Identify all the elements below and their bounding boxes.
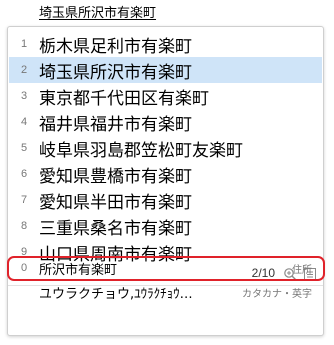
candidate-text: 岐阜県羽島郡笠松町友楽町: [39, 140, 243, 161]
candidate-row-7[interactable]: 7 愛知県半田市有楽町: [9, 187, 322, 213]
candidate-number: 5: [20, 142, 28, 154]
candidate-row-1[interactable]: 1 栃木県足利市有楽町: [9, 31, 322, 57]
candidate-number: 8: [20, 220, 28, 232]
candidate-text: 愛知県豊橋市有楽町: [39, 166, 192, 187]
candidate-number: 1: [20, 38, 28, 50]
candidate-row-4[interactable]: 4 福井県福井市有楽町: [9, 109, 322, 135]
candidate-text: 愛知県半田市有楽町: [39, 192, 192, 213]
candidate-text: ユウラクチョウ,ﾕｳﾗｸﾁｮｳ…: [39, 286, 193, 302]
candidate-text: 埼玉県所沢市有楽町: [39, 62, 192, 83]
candidate-text: 福井県福井市有楽町: [39, 114, 192, 135]
candidate-row-2-selected[interactable]: 2 埼玉県所沢市有楽町: [9, 57, 322, 83]
candidate-number: 0: [20, 262, 28, 274]
composition-text: 埼玉県所沢市有楽町: [39, 6, 157, 21]
extra-candidate-address[interactable]: 0 所沢市有楽町 住所: [9, 256, 322, 280]
candidate-text: 栃木県足利市有楽町: [39, 36, 192, 57]
candidate-number: 4: [20, 116, 28, 128]
candidate-number: 2: [20, 64, 28, 76]
candidate-number: 7: [20, 194, 28, 206]
candidate-text: 東京都千代田区有楽町: [39, 88, 209, 109]
candidate-number: 3: [20, 90, 28, 102]
candidate-text: 所沢市有楽町: [39, 262, 118, 278]
candidate-row-5[interactable]: 5 岐阜県羽島郡笠松町友楽町: [9, 135, 322, 161]
candidate-number: 6: [20, 168, 28, 180]
candidate-row-6[interactable]: 6 愛知県豊橋市有楽町: [9, 161, 322, 187]
candidate-window: 1 栃木県足利市有楽町 2 埼玉県所沢市有楽町 3 東京都千代田区有楽町 4 福…: [7, 26, 324, 336]
candidate-tag: 住所: [292, 264, 312, 276]
candidate-text: 三重県桑名市有楽町: [39, 218, 192, 239]
candidate-tag: カタカナ・英字: [242, 288, 312, 300]
candidate-row-3[interactable]: 3 東京都千代田区有楽町: [9, 83, 322, 109]
extra-candidate-katakana[interactable]: ユウラクチョウ,ﾕｳﾗｸﾁｮｳ… カタカナ・英字: [9, 280, 322, 304]
candidate-row-8[interactable]: 8 三重県桑名市有楽町: [9, 213, 322, 239]
